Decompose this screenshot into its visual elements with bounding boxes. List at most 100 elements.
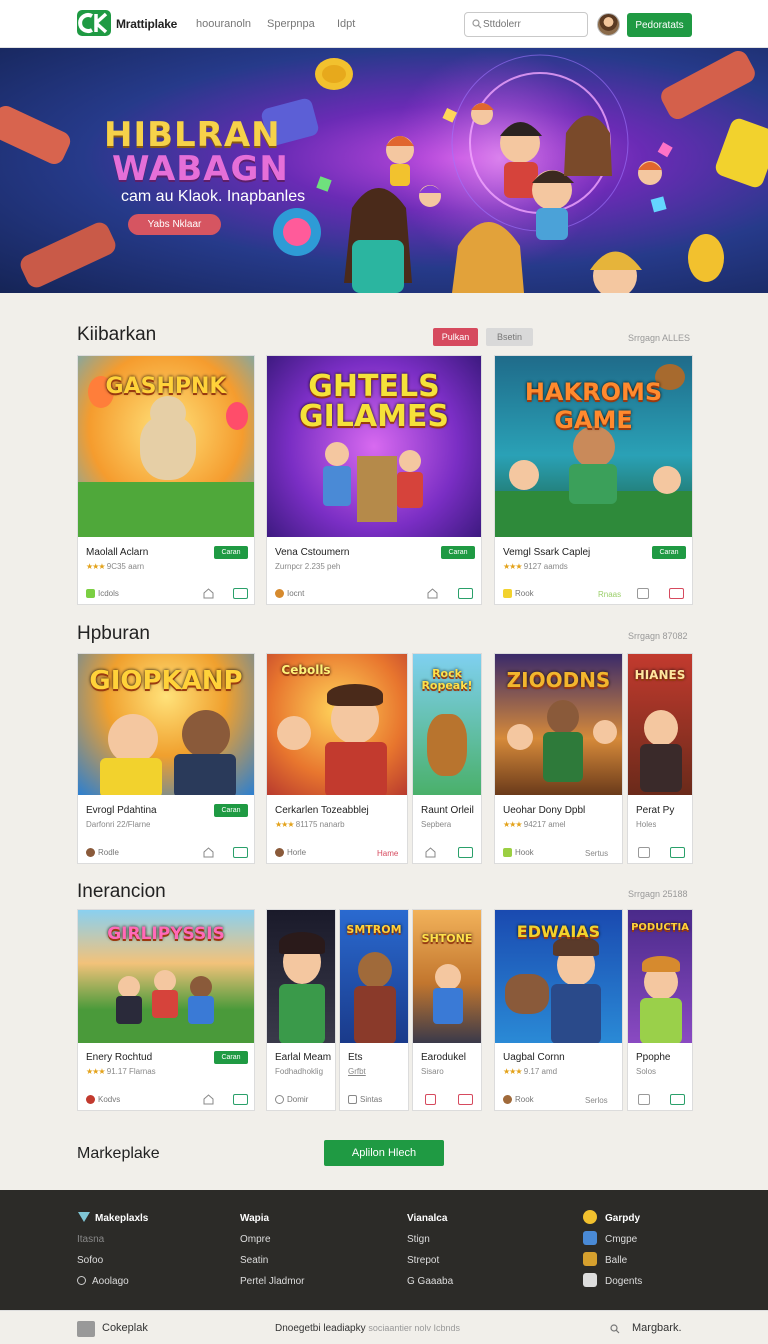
logo-icon[interactable] xyxy=(77,10,111,36)
home-icon[interactable] xyxy=(427,588,438,599)
game-badge[interactable]: Caran xyxy=(214,804,248,817)
home-icon[interactable] xyxy=(203,847,214,858)
tab-active[interactable]: Pulkan xyxy=(433,328,478,346)
box-icon[interactable] xyxy=(425,1094,436,1105)
game-card[interactable]: GHTELS GILAMES Vena Cstoumern Caran Zurn… xyxy=(266,355,482,605)
shield-icon xyxy=(78,1212,90,1222)
hero-title-line2: WABAGN xyxy=(112,149,289,189)
game-card[interactable]: HAKROMS GAME Vemgl Ssark Caplej Caran ★★… xyxy=(494,355,693,605)
box-icon[interactable] xyxy=(670,847,685,858)
nav-link-3[interactable]: Idpt xyxy=(337,18,355,30)
game-card[interactable]: GIOPKANP Evrogl Pdahtina Caran Darfonri … xyxy=(77,653,255,864)
tab-inactive[interactable]: Bsetin xyxy=(486,328,533,346)
footer-col-4-title[interactable]: Garpdy xyxy=(583,1208,642,1229)
nav-link-2[interactable]: Sperpnpa xyxy=(267,18,315,30)
game-art: Rock Ropeak! xyxy=(413,654,481,795)
box-icon[interactable] xyxy=(669,588,684,599)
game-card[interactable]: Cebolls Cerkarlen Tozeabblej ★★★ 81175 n… xyxy=(266,653,408,864)
section3-meta: Srrgagn 25188 xyxy=(628,889,688,899)
game-art: HIANES xyxy=(628,654,692,795)
footer-link[interactable]: Seatin xyxy=(240,1250,304,1271)
load-more-button[interactable]: Aplilon Hlech xyxy=(324,1140,444,1166)
box-icon[interactable] xyxy=(233,847,248,858)
footer-col-2-title[interactable]: Wapia xyxy=(240,1208,304,1229)
brand-name[interactable]: Mrattiplake xyxy=(116,17,177,31)
footer-col-3-title[interactable]: Vianalca xyxy=(407,1208,453,1229)
header-cta-button[interactable]: Pedoratats xyxy=(627,13,692,37)
box-icon[interactable] xyxy=(670,1094,685,1105)
box-icon[interactable] xyxy=(458,588,473,599)
search-box[interactable] xyxy=(464,12,588,37)
game-badge[interactable]: Caran xyxy=(441,546,475,559)
game-card[interactable]: GIRLIPYSSIS Enery Rochtud Caran ★★★ 91.1… xyxy=(77,909,255,1111)
footer-link[interactable]: Aoolago xyxy=(77,1271,148,1292)
game-meta: ★★★ 9.17 amd xyxy=(503,1067,558,1076)
game-badge[interactable]: Caran xyxy=(214,1051,248,1064)
bottom-brand[interactable]: Cokeplak xyxy=(102,1322,148,1334)
section2-title: Hpburan xyxy=(77,623,150,644)
footer-link[interactable]: Stign xyxy=(407,1229,453,1250)
home-icon[interactable] xyxy=(425,847,436,858)
footer-link[interactable]: Cmgpe xyxy=(583,1229,642,1250)
game-meta: ★★★ 81175 nanarb xyxy=(275,820,345,829)
game-badge[interactable]: Caran xyxy=(214,546,248,559)
footer-link[interactable]: Dogents xyxy=(583,1271,642,1292)
box-icon[interactable] xyxy=(638,1094,650,1105)
box-icon[interactable] xyxy=(637,588,649,599)
game-card[interactable]: EDWAIAS Uagbal Cornn ★★★ 9.17 amd Rook S… xyxy=(494,909,623,1111)
game-footer-label: Icdols xyxy=(86,589,119,598)
hero-button[interactable]: Yabs Nklaar xyxy=(128,214,221,235)
search-icon[interactable] xyxy=(610,1324,620,1334)
avatar[interactable] xyxy=(597,13,620,36)
game-card[interactable]: SHTONE Earodukel Sisaro xyxy=(412,909,482,1111)
box-icon[interactable] xyxy=(458,847,473,858)
game-card[interactable]: ZIOODNS Ueohar Dony Dpbl ★★★ 94217 amel … xyxy=(494,653,623,864)
game-meta: Zurnpcr 2.235 peh xyxy=(275,562,341,571)
footer-link[interactable]: Ompre xyxy=(240,1229,304,1250)
tag-icon xyxy=(503,589,512,598)
game-title: Vemgl Ssark Caplej xyxy=(503,547,591,558)
game-card[interactable]: Earlal Meam Fodhadhoklig Domir xyxy=(266,909,336,1111)
game-title: Raunt Orleil xyxy=(421,805,474,816)
game-meta: Fodhadhoklig xyxy=(275,1067,324,1076)
game-card[interactable]: SMTROM Ets Grfbt Sintas xyxy=(339,909,409,1111)
game-card[interactable]: HIANES Perat Py Holes xyxy=(627,653,693,864)
game-title: Vena Cstoumern xyxy=(275,547,350,558)
footer-link[interactable]: Pertel Jladmor xyxy=(240,1271,304,1292)
game-art: SMTROM xyxy=(340,910,408,1043)
bottom-right-text[interactable]: Margbark. xyxy=(632,1322,682,1334)
footer-link[interactable]: Sofoo xyxy=(77,1250,148,1271)
home-icon[interactable] xyxy=(203,588,214,599)
footer-col-1-title[interactable]: Makeplaxls xyxy=(77,1208,148,1229)
box-icon[interactable] xyxy=(233,588,248,599)
game-card[interactable]: GASHPNK Maolall Aclarn Caran ★★★ 9C35 aa… xyxy=(77,355,255,605)
footer-link[interactable]: G Gaaaba xyxy=(407,1271,453,1292)
home-icon[interactable] xyxy=(203,1094,214,1105)
top-header: Mrattiplake hoouranoln Sperpnpa Idpt Ped… xyxy=(0,0,768,48)
game-title: Earodukel xyxy=(421,1052,467,1063)
star-icon: ★★★ xyxy=(275,820,294,829)
game-badge[interactable]: Caran xyxy=(652,546,686,559)
game-footer-label: Sintas xyxy=(348,1095,382,1104)
game-meta: Sisaro xyxy=(421,1067,444,1076)
game-card[interactable]: PODUCTIA Ppophe Solos xyxy=(627,909,693,1111)
footer-link[interactable]: Itasna xyxy=(77,1229,148,1250)
box-icon[interactable] xyxy=(638,847,650,858)
coin-icon xyxy=(583,1210,597,1224)
game-meta: Sepbera xyxy=(421,820,452,829)
footer-link[interactable]: Strepot xyxy=(407,1250,453,1271)
cube-icon xyxy=(348,1095,357,1104)
game-meta: Grfbt xyxy=(348,1067,366,1076)
box-icon[interactable] xyxy=(458,1094,473,1105)
game-art: GIOPKANP xyxy=(78,654,254,795)
search-input[interactable] xyxy=(483,16,583,33)
box-icon[interactable] xyxy=(233,1094,248,1105)
puzzle-icon xyxy=(583,1273,597,1287)
game-meta: ★★★ 9127 aamds xyxy=(503,562,568,571)
game-status: Serlos xyxy=(585,1096,608,1105)
game-meta: Darfonri 22/Flarne xyxy=(86,820,151,829)
nav-link-1[interactable]: hoouranoln xyxy=(196,18,251,30)
game-meta: ★★★ 91.17 Flarnas xyxy=(86,1067,156,1076)
game-card[interactable]: Rock Ropeak! Raunt Orleil Sepbera xyxy=(412,653,482,864)
footer-link[interactable]: Balle xyxy=(583,1250,642,1271)
